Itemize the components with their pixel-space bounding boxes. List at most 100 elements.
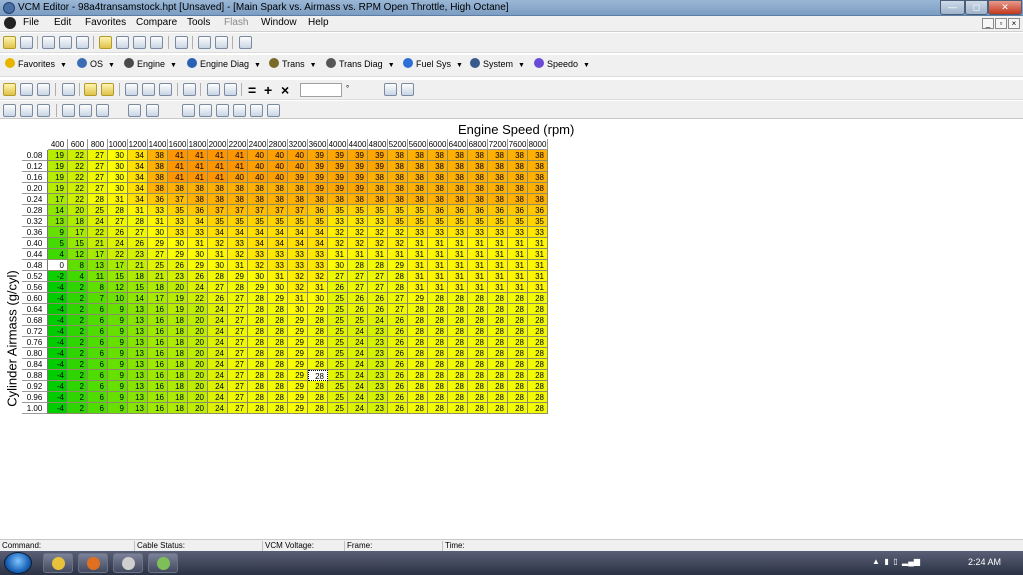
table-cell[interactable]: 21 [148,271,168,282]
table-cell[interactable]: 9 [108,326,128,337]
table-cell[interactable]: 18 [168,326,188,337]
table-cell[interactable]: 28 [508,293,528,304]
table-cell[interactable]: 28 [468,293,488,304]
table-cell[interactable]: 19 [48,150,68,161]
table-cell[interactable]: 31 [488,271,508,282]
table-cell[interactable]: 9 [48,227,68,238]
table-cell[interactable]: 9 [108,304,128,315]
write-icon[interactable] [215,36,228,49]
table-cell[interactable]: 31 [528,238,548,249]
table-cell[interactable]: 31 [408,260,428,271]
smooth-icon[interactable] [233,104,246,117]
table-cell[interactable]: 29 [228,271,248,282]
table-cell[interactable]: 33 [228,238,248,249]
table-cell[interactable]: 36 [488,205,508,216]
pencil-icon[interactable] [99,36,112,49]
table-cell[interactable]: 18 [168,315,188,326]
table-cell[interactable]: 18 [168,392,188,403]
table-cell[interactable]: 17 [68,227,88,238]
table-cell[interactable]: 28 [428,381,448,392]
doc-info-icon[interactable] [76,36,89,49]
table-cell[interactable]: 28 [308,359,328,370]
table-cell[interactable]: 28 [248,315,268,326]
table-cell[interactable]: 18 [168,348,188,359]
table-cell[interactable]: 11 [88,271,108,282]
table-cell[interactable]: 37 [228,205,248,216]
table-cell[interactable]: 34 [308,238,328,249]
table-cell[interactable]: 34 [268,227,288,238]
table-cell[interactable]: 31 [428,260,448,271]
table-cell[interactable]: 28 [308,392,328,403]
table-cell[interactable]: 28 [268,403,288,414]
table-cell[interactable]: 16 [148,337,168,348]
table-cell[interactable]: 31 [528,271,548,282]
table-cell[interactable]: 26 [368,304,388,315]
table-cell[interactable]: 26 [348,293,368,304]
table-cell[interactable]: 16 [148,359,168,370]
table-cell[interactable]: 27 [88,183,108,194]
copy-icon[interactable] [207,83,220,96]
table-cell[interactable]: 23 [368,326,388,337]
table-cell[interactable]: 27 [228,392,248,403]
table-cell[interactable]: 26 [388,326,408,337]
table-cell[interactable]: 28 [428,293,448,304]
table-cell[interactable]: 22 [188,293,208,304]
table-cell[interactable]: 23 [368,403,388,414]
table-cell[interactable]: 28 [448,315,468,326]
table-cell[interactable]: 2 [68,370,88,381]
table-icon[interactable] [62,104,75,117]
table-cell[interactable]: 27 [348,271,368,282]
value-input[interactable] [300,83,342,97]
table-cell[interactable]: 22 [108,249,128,260]
table-cell[interactable]: 41 [168,172,188,183]
table-cell[interactable]: 38 [428,161,448,172]
table-cell[interactable]: 23 [368,359,388,370]
table-cell[interactable]: 32 [348,238,368,249]
table-cell[interactable]: 28 [248,403,268,414]
table-cell[interactable]: 13 [128,337,148,348]
hex-icon[interactable] [37,104,50,117]
table-cell[interactable]: 40 [288,161,308,172]
table-cell[interactable]: 13 [128,359,148,370]
table-cell[interactable]: 28 [428,370,448,381]
table-cell[interactable]: 4 [48,249,68,260]
table-cell[interactable]: 41 [208,161,228,172]
table-cell[interactable]: 27 [368,282,388,293]
table-cell[interactable]: 38 [208,183,228,194]
table-cell[interactable]: 8 [88,282,108,293]
table-cell[interactable]: 25 [328,348,348,359]
table-cell[interactable]: 28 [468,392,488,403]
doc-icon[interactable] [42,36,55,49]
table-cell[interactable]: 28 [408,370,428,381]
grid-edit-icon[interactable] [142,83,155,96]
table-cell[interactable]: 22 [68,183,88,194]
table-cell[interactable]: 9 [108,315,128,326]
table-cell[interactable]: 32 [368,227,388,238]
table-cell[interactable]: 31 [488,282,508,293]
table-cell[interactable]: 16 [148,381,168,392]
table-cell[interactable]: 38 [448,183,468,194]
table-cell[interactable]: 6 [88,337,108,348]
table-cell[interactable]: 31 [268,271,288,282]
table-cell[interactable]: 38 [188,194,208,205]
table-cell[interactable]: 38 [468,172,488,183]
menu-help[interactable]: Help [308,17,329,28]
grid-view-icon[interactable] [125,83,138,96]
table-cell[interactable]: 37 [208,205,228,216]
taskbar-tools[interactable] [113,553,143,573]
table-cell[interactable]: 28 [448,370,468,381]
table-cell[interactable]: 38 [148,161,168,172]
table-cell[interactable]: 28 [208,271,228,282]
table-cell[interactable]: 28 [468,315,488,326]
table-cell[interactable]: 30 [168,238,188,249]
table-cell[interactable]: 33 [288,249,308,260]
table-cell[interactable]: 24 [348,403,368,414]
open-folder-icon[interactable] [3,36,16,49]
table-cell[interactable]: 29 [388,260,408,271]
table-cell[interactable]: 28 [528,348,548,359]
compare-star-icon[interactable] [84,83,97,96]
table-cell[interactable]: 26 [368,293,388,304]
table-cell[interactable]: 24 [208,326,228,337]
table-cell[interactable]: 38 [408,194,428,205]
table-cell[interactable]: 33 [308,249,328,260]
